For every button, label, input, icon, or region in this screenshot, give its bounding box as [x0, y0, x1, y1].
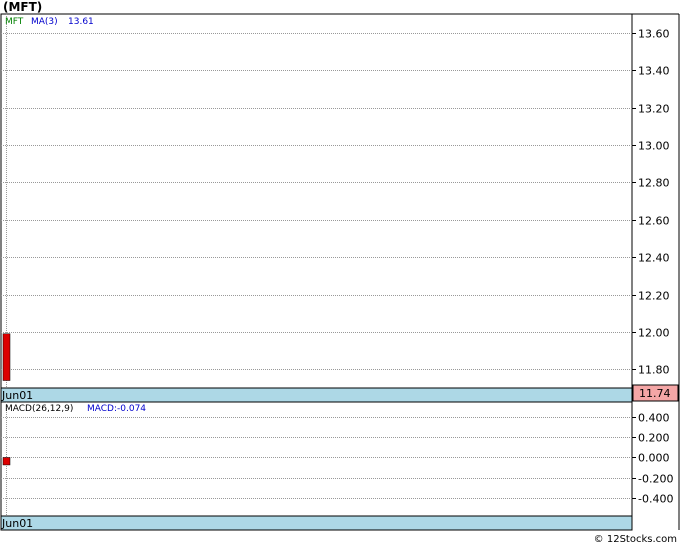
tick-label: 12.60: [638, 215, 670, 228]
tick-label: 12.20: [638, 290, 670, 303]
price-x-axis-band: [0, 387, 633, 403]
tick-label: 13.20: [638, 103, 670, 116]
tick-label: 13.00: [638, 140, 670, 153]
tick-label: -0.400: [638, 493, 673, 506]
macd-x-axis-label: Jun01: [1, 517, 33, 530]
price-legend-ma-value: 13.61: [68, 17, 94, 27]
tick-label: 0.000: [638, 452, 670, 465]
tick-label: 12.40: [638, 252, 670, 265]
price-tick-labels: 11.80 12.00 12.20 12.40 12.60 12.80 13.00 13.20…: [638, 28, 670, 377]
copyright-footer: © 12Stocks.com: [593, 534, 677, 545]
macd-bars: [2, 457, 11, 466]
macd-legend-label: MACD(26,12,9): [5, 404, 73, 414]
price-x-axis-label: Jun01: [1, 389, 33, 402]
macd-legend-value: MACD:-0.074: [87, 404, 146, 414]
tick-label: 12.00: [638, 327, 670, 340]
chart-svg: 11.80 12.00 12.20 12.40 12.60 12.80 13.00 13.20…: [0, 13, 680, 531]
tick-label: 12.80: [638, 177, 670, 190]
last-price-label: 11.74: [639, 387, 671, 400]
price-legend-ma-label: MA(3): [31, 17, 58, 27]
tick-label: -0.200: [638, 473, 673, 486]
price-bars: [2, 333, 11, 381]
macd-tick-labels: -0.400 -0.200 0.000 0.200 0.400: [638, 412, 673, 506]
macd-x-axis-band: [0, 515, 633, 531]
macd-bar: [2, 457, 11, 466]
price-legend-symbol: MFT: [5, 17, 24, 27]
tick-label: 13.60: [638, 28, 670, 41]
tick-label: 13.40: [638, 65, 670, 78]
tick-label: 0.200: [638, 432, 670, 445]
price-bar: [2, 333, 11, 381]
tick-label: 11.80: [638, 364, 670, 377]
tick-label: 0.400: [638, 412, 670, 425]
